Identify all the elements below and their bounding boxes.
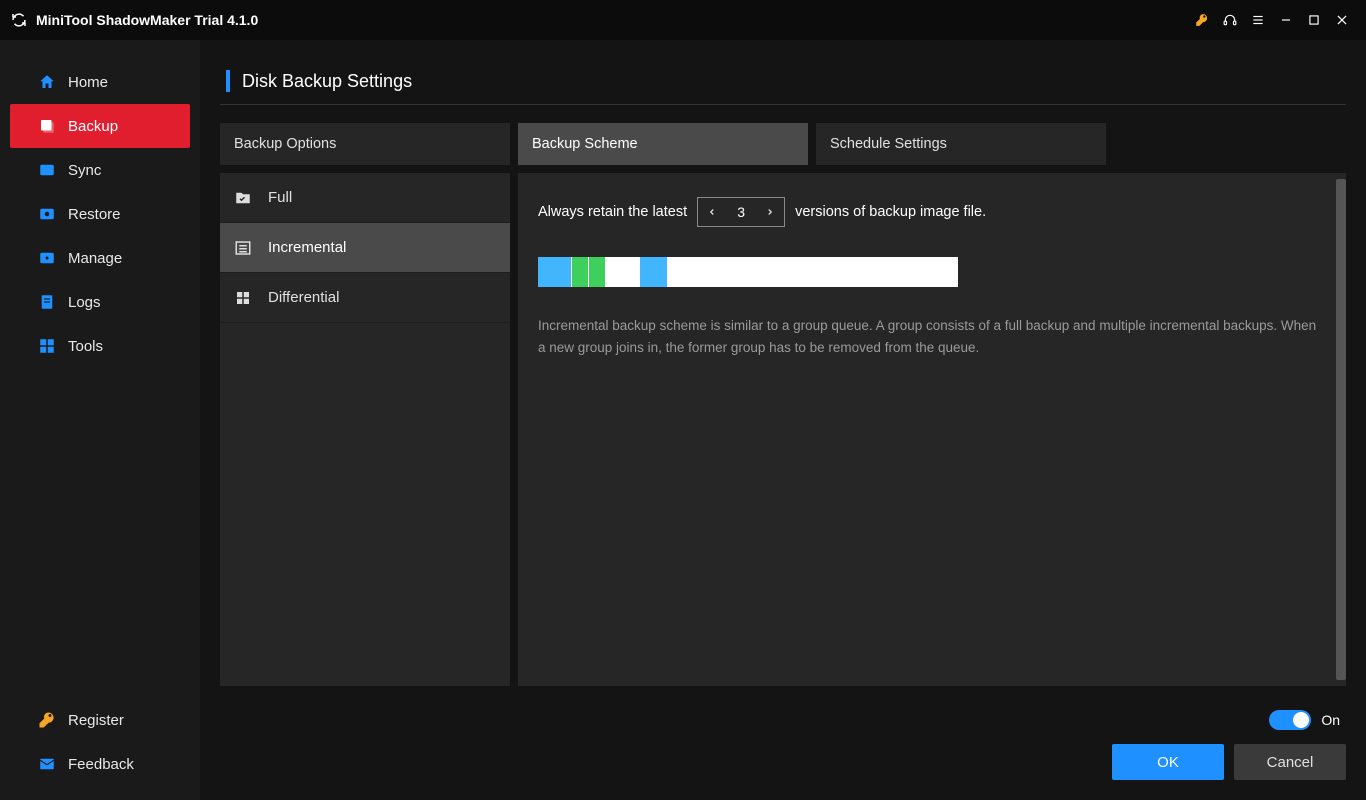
tab-label: Backup Scheme <box>532 136 638 152</box>
retain-row: Always retain the latest 3 versions of b… <box>538 197 1326 227</box>
content-area: Disk Backup Settings Backup Options Back… <box>200 40 1366 800</box>
backup-icon <box>38 117 56 135</box>
tab-backup-options[interactable]: Backup Options <box>220 123 510 165</box>
manage-icon <box>38 249 56 267</box>
cancel-button[interactable]: Cancel <box>1234 744 1346 780</box>
sidebar-item-label: Tools <box>68 338 103 355</box>
header-accent-bar <box>226 70 230 92</box>
license-key-icon[interactable] <box>1188 6 1216 34</box>
headset-icon[interactable] <box>1216 6 1244 34</box>
mode-item-full[interactable]: Full <box>220 173 510 223</box>
tab-label: Backup Options <box>234 136 336 152</box>
tab-schedule-settings[interactable]: Schedule Settings <box>816 123 1106 165</box>
stepper-increment[interactable] <box>756 198 784 226</box>
close-button[interactable] <box>1328 6 1356 34</box>
list-icon <box>234 239 252 257</box>
folder-check-icon <box>234 189 252 207</box>
mode-item-differential[interactable]: Differential <box>220 273 510 323</box>
logs-icon <box>38 293 56 311</box>
app-logo-icon <box>10 11 28 29</box>
retain-stepper: 3 <box>697 197 785 227</box>
sidebar-item-logs[interactable]: Logs <box>0 280 200 324</box>
retain-prefix: Always retain the latest <box>538 204 687 220</box>
sidebar-item-label: Register <box>68 712 124 729</box>
sidebar-item-label: Sync <box>68 162 101 179</box>
page-title: Disk Backup Settings <box>242 71 412 92</box>
sidebar-item-label: Logs <box>68 294 101 311</box>
incremental-block-icon <box>589 257 606 287</box>
scheme-detail-panel: Always retain the latest 3 versions of b… <box>518 173 1346 686</box>
button-label: Cancel <box>1267 754 1314 771</box>
scheme-toggle-wrap: On <box>1269 710 1340 730</box>
maximize-button[interactable] <box>1300 6 1328 34</box>
mode-label: Full <box>268 189 292 206</box>
retain-suffix: versions of backup image file. <box>795 204 986 220</box>
mode-item-incremental[interactable]: Incremental <box>220 223 510 273</box>
page-header: Disk Backup Settings <box>220 70 1346 92</box>
sidebar-item-label: Backup <box>68 118 118 135</box>
ok-button[interactable]: OK <box>1112 744 1224 780</box>
scheme-description: Incremental backup scheme is similar to … <box>538 315 1318 358</box>
sidebar-item-label: Home <box>68 74 108 91</box>
scheme-visual <box>538 257 958 287</box>
minimize-button[interactable] <box>1272 6 1300 34</box>
restore-icon <box>38 205 56 223</box>
sidebar-item-label: Manage <box>68 250 122 267</box>
toggle-label: On <box>1321 712 1340 728</box>
gap-block <box>606 257 640 287</box>
scheme-toggle[interactable] <box>1269 710 1311 730</box>
sidebar: Home Backup Sync Restore Manage Logs Too… <box>0 40 200 800</box>
menu-icon[interactable] <box>1244 6 1272 34</box>
tab-row: Backup Options Backup Scheme Schedule Se… <box>220 123 1346 165</box>
sidebar-item-register[interactable]: Register <box>0 698 200 742</box>
sidebar-item-home[interactable]: Home <box>0 60 200 104</box>
sidebar-item-label: Feedback <box>68 756 134 773</box>
sync-icon <box>38 161 56 179</box>
key-icon <box>38 711 56 729</box>
footer-bar: On OK Cancel <box>220 686 1346 780</box>
mail-icon <box>38 755 56 773</box>
sidebar-item-label: Restore <box>68 206 121 223</box>
mode-label: Incremental <box>268 239 346 256</box>
full-block-icon <box>538 257 572 287</box>
button-label: OK <box>1157 754 1179 771</box>
scheme-mode-list: Full Incremental Differential <box>220 173 510 686</box>
sidebar-item-backup[interactable]: Backup <box>10 104 190 148</box>
divider <box>220 104 1346 105</box>
grid-icon <box>234 289 252 307</box>
tab-backup-scheme[interactable]: Backup Scheme <box>518 123 808 165</box>
tab-label: Schedule Settings <box>830 136 947 152</box>
sidebar-item-sync[interactable]: Sync <box>0 148 200 192</box>
stepper-value: 3 <box>726 204 756 220</box>
sidebar-item-tools[interactable]: Tools <box>0 324 200 368</box>
sidebar-item-restore[interactable]: Restore <box>0 192 200 236</box>
tools-icon <box>38 337 56 355</box>
stepper-decrement[interactable] <box>698 198 726 226</box>
sidebar-item-feedback[interactable]: Feedback <box>0 742 200 786</box>
app-title: MiniTool ShadowMaker Trial 4.1.0 <box>36 12 258 28</box>
home-icon <box>38 73 56 91</box>
titlebar: MiniTool ShadowMaker Trial 4.1.0 <box>0 0 1366 40</box>
incremental-block-icon <box>572 257 589 287</box>
full-block-icon <box>640 257 668 287</box>
sidebar-item-manage[interactable]: Manage <box>0 236 200 280</box>
mode-label: Differential <box>268 289 339 306</box>
